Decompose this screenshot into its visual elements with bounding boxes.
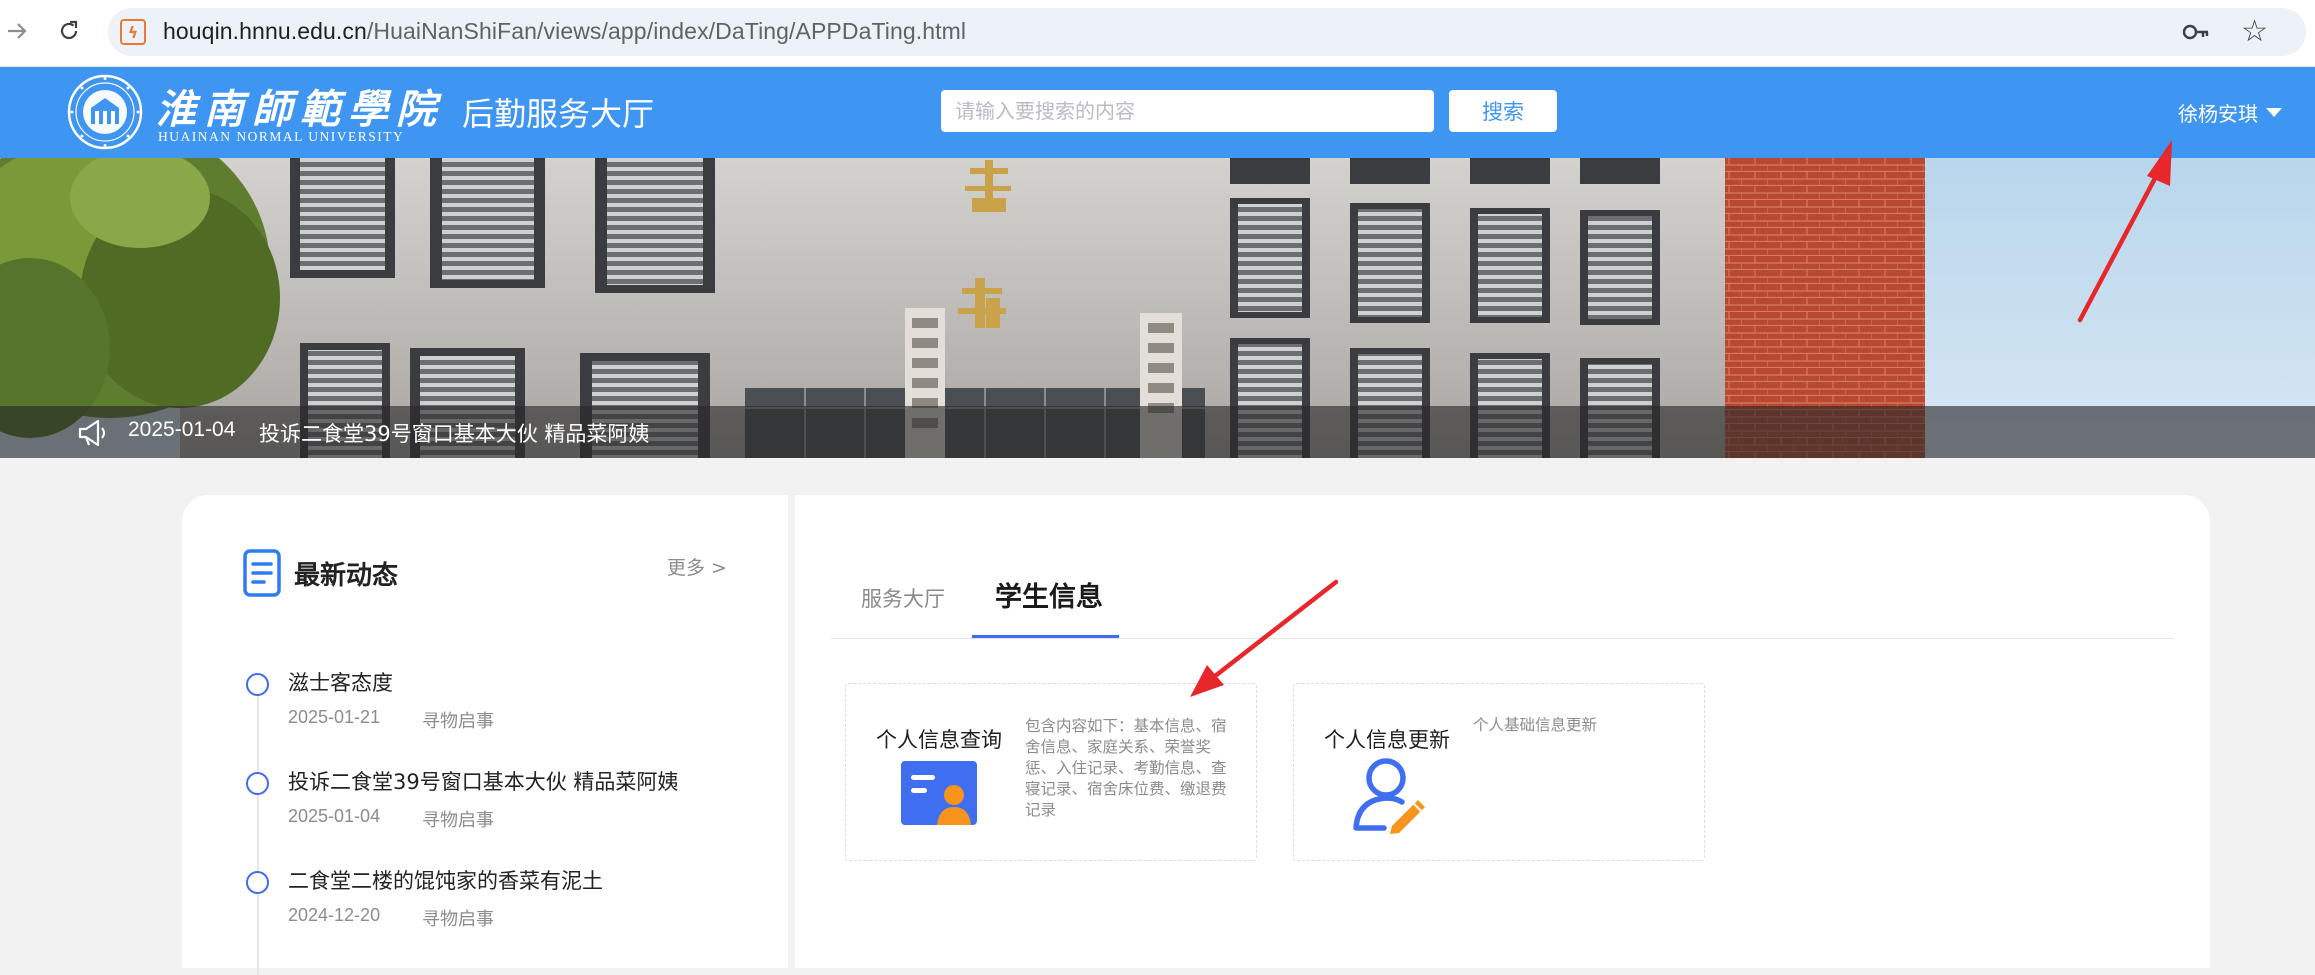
megaphone-icon (78, 419, 105, 447)
card-description: 包含内容如下：基本信息、宿舍信息、家庭关系、荣誉奖惩、入住记录、考勤信息、查寝记… (1025, 717, 1227, 819)
personal-info-query-card[interactable]: 个人信息查询 包含内容如下：基本信息、宿舍信息、家庭关系、荣誉奖惩、入住记录、考… (845, 683, 1257, 861)
card-description: 个人基础信息更新 (1473, 716, 1598, 734)
timeline-dot-icon (246, 871, 269, 894)
notice-title[interactable]: 投诉二食堂39号窗口基本大伙 精品菜阿姨 (259, 418, 649, 448)
timeline-dot-icon (246, 772, 269, 795)
url-text[interactable]: houqin.hnnu.edu.cn/HuaiNanShiFan/views/a… (163, 18, 966, 45)
id-card-icon (901, 761, 977, 825)
portal-title: 后勤服务大厅 (462, 95, 655, 133)
search-button[interactable]: 搜索 (1449, 90, 1557, 132)
news-document-icon (243, 549, 281, 597)
services-panel: 服务大厅 学生信息 个人信息查询 包含内容如下：基本信息、宿舍信息、家庭关系、荣… (795, 495, 2210, 968)
address-bar[interactable]: ϟ houqin.hnnu.edu.cn/HuaiNanShiFan/views… (108, 8, 2306, 56)
site-favicon-icon: ϟ (120, 19, 146, 45)
university-emblem-icon (67, 74, 143, 150)
forward-icon[interactable] (0, 14, 34, 48)
site-header: 淮南師範學院 HUAINAN NORMAL UNIVERSITY 后勤服务大厅 … (0, 67, 2315, 158)
timeline-dot-icon (246, 673, 269, 696)
news-item[interactable]: 投诉二食堂39号窗口基本大伙 精品菜阿姨 2025-01-04 寻物启事 (242, 766, 762, 846)
tab-service-hall[interactable]: 服务大厅 (861, 583, 945, 613)
news-item-date: 2025-01-04 (288, 806, 381, 826)
card-title: 个人信息查询 (876, 728, 1002, 752)
user-edit-icon (1353, 758, 1425, 834)
news-item-category: 寻物启事 (422, 909, 494, 930)
news-heading: 最新动态 (294, 561, 399, 591)
notice-bar[interactable]: 2025-01-04 投诉二食堂39号窗口基本大伙 精品菜阿姨 (0, 406, 2315, 458)
notice-date: 2025-01-04 (128, 418, 236, 441)
news-item-title[interactable]: 二食堂二楼的馄饨家的香菜有泥土 (288, 865, 603, 895)
news-item[interactable]: 滋士客态度 2025-01-21 寻物启事 (242, 667, 762, 747)
bookmark-star-icon[interactable]: ☆ (2241, 14, 2268, 49)
url-path: /HuaiNanShiFan/views/app/index/DaTing/AP… (366, 18, 967, 44)
news-panel: 最新动态 更多 > 滋士客态度 2025-01-21 寻物启事 投诉二食堂39号… (182, 495, 788, 975)
news-item-category: 寻物启事 (422, 810, 494, 831)
tab-student-info[interactable]: 学生信息 (995, 575, 1103, 614)
user-name: 徐杨安琪 (2178, 102, 2258, 126)
news-item-title[interactable]: 滋士客态度 (288, 667, 393, 697)
card-title: 个人信息更新 (1324, 728, 1450, 752)
logo-english-name: HUAINAN NORMAL UNIVERSITY (158, 129, 405, 144)
active-tab-indicator (972, 635, 1119, 638)
caret-down-icon (2266, 108, 2282, 117)
news-item-date: 2025-01-21 (288, 707, 381, 727)
user-menu[interactable]: 徐杨安琪 (2178, 98, 2282, 127)
reload-icon[interactable] (52, 14, 86, 48)
logo-chinese-name: 淮南師範學院 (156, 86, 444, 133)
browser-toolbar: ϟ houqin.hnnu.edu.cn/HuaiNanShiFan/views… (0, 0, 2315, 67)
news-item-title[interactable]: 投诉二食堂39号窗口基本大伙 精品菜阿姨 (288, 766, 678, 796)
url-host: houqin.hnnu.edu.cn (163, 18, 367, 44)
news-more-link[interactable]: 更多 > (667, 553, 727, 580)
search-input[interactable] (941, 90, 1434, 132)
news-item-category: 寻物启事 (422, 711, 494, 732)
banner-carousel[interactable]: 2025-01-04 投诉二食堂39号窗口基本大伙 精品菜阿姨 (0, 158, 2315, 458)
password-key-icon[interactable] (2181, 18, 2211, 46)
news-item[interactable]: 二食堂二楼的馄饨家的香菜有泥土 2024-12-20 寻物启事 (242, 865, 762, 945)
tabs-divider (831, 638, 2173, 639)
news-item-date: 2024-12-20 (288, 905, 381, 925)
personal-info-update-card[interactable]: 个人信息更新 个人基础信息更新 (1293, 683, 1705, 861)
